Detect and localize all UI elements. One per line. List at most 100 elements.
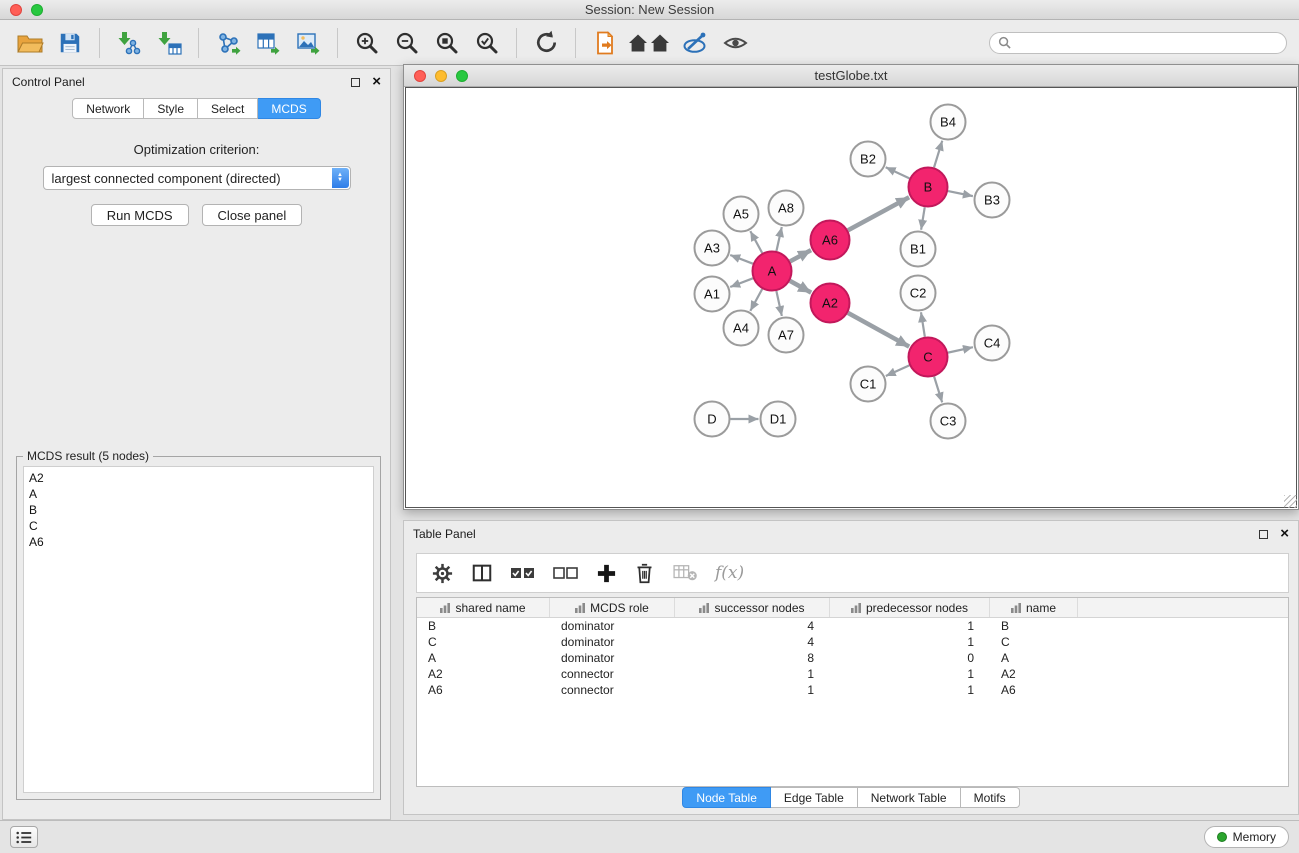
tab-style[interactable]: Style (144, 98, 198, 119)
graph-node-C1[interactable]: C1 (851, 367, 886, 402)
result-item[interactable]: A (29, 486, 368, 502)
network-minimize-button[interactable] (435, 70, 447, 82)
table-row[interactable]: Adominator80A (417, 650, 1288, 666)
table-row[interactable]: Bdominator41B (417, 618, 1288, 634)
table-settings-button[interactable] (431, 562, 454, 585)
network-snapshot-button[interactable] (587, 25, 623, 61)
graph-node-C3[interactable]: C3 (931, 404, 966, 439)
graph-node-B4[interactable]: B4 (931, 105, 966, 140)
import-table-button[interactable] (151, 25, 187, 61)
search-box[interactable] (989, 32, 1287, 54)
graph-edge-B-B3[interactable] (948, 191, 973, 196)
graph-edge-A2-C[interactable] (848, 313, 909, 347)
graph-edge-A6-B[interactable] (848, 197, 909, 230)
graph-node-D1[interactable]: D1 (761, 402, 796, 437)
add-column-button[interactable] (596, 563, 617, 584)
graph-node-C[interactable]: C (909, 338, 948, 377)
graph-node-A7[interactable]: A7 (769, 318, 804, 353)
graph-node-D[interactable]: D (695, 402, 730, 437)
zoom-out-button[interactable] (389, 25, 425, 61)
result-item[interactable]: A2 (29, 470, 368, 486)
result-item[interactable]: A6 (29, 534, 368, 550)
task-history-button[interactable] (10, 826, 38, 848)
criterion-dropdown[interactable]: largest connected component (directed) ▲… (43, 166, 351, 190)
table-row[interactable]: Cdominator41C (417, 634, 1288, 650)
table-row[interactable]: A2connector11A2 (417, 666, 1288, 682)
zoom-selected-button[interactable] (469, 25, 505, 61)
show-graphics-button[interactable] (717, 25, 753, 61)
graph-edge-A-A7[interactable] (776, 291, 781, 316)
column-header-predecessor-nodes[interactable]: predecessor nodes (830, 598, 990, 617)
graph-node-B2[interactable]: B2 (851, 142, 886, 177)
graph-node-B[interactable]: B (909, 168, 948, 207)
float-panel-icon[interactable] (1259, 530, 1268, 539)
float-panel-icon[interactable] (351, 78, 360, 87)
tab-select[interactable]: Select (198, 98, 258, 119)
import-network-button[interactable] (111, 25, 147, 61)
export-image-button[interactable] (290, 25, 326, 61)
graph-edge-C-C4[interactable] (948, 347, 973, 352)
graph-edge-A-A5[interactable] (750, 231, 762, 253)
graph-edge-A-A4[interactable] (750, 289, 762, 311)
graph-node-A8[interactable]: A8 (769, 191, 804, 226)
network-svg[interactable]: B4B2BB3A8A5A6A3B1AC2A1A2A4A7C4CC1C3DD1 (406, 88, 1298, 509)
mcds-result-list[interactable]: A2ABCA6 (23, 466, 374, 793)
refresh-button[interactable] (528, 25, 564, 61)
function-builder-button[interactable]: f(x) (715, 563, 744, 583)
graph-edge-C-C2[interactable] (921, 312, 925, 336)
zoom-in-button[interactable] (349, 25, 385, 61)
graph-edge-B-B2[interactable] (886, 167, 910, 178)
graph-edge-A-A8[interactable] (776, 227, 781, 251)
search-input[interactable] (1016, 36, 1278, 50)
tab-mcds[interactable]: MCDS (258, 98, 320, 119)
run-mcds-button[interactable]: Run MCDS (91, 204, 189, 226)
graph-node-C4[interactable]: C4 (975, 326, 1010, 361)
graph-edge-A-A3[interactable] (730, 255, 753, 264)
column-header-successor-nodes[interactable]: successor nodes (675, 598, 830, 617)
tab-network[interactable]: Network (72, 98, 144, 119)
graph-edge-C-C3[interactable] (934, 377, 942, 403)
graph-node-A3[interactable]: A3 (695, 231, 730, 266)
graph-node-A2[interactable]: A2 (811, 284, 850, 323)
close-panel-icon[interactable]: × (1280, 529, 1289, 539)
show-columns-button[interactable] (471, 562, 493, 584)
close-panel-button[interactable]: Close panel (202, 204, 303, 226)
tab-network-table[interactable]: Network Table (858, 787, 961, 808)
memory-button[interactable]: Memory (1204, 826, 1289, 848)
result-item[interactable]: C (29, 518, 368, 534)
close-panel-icon[interactable]: × (372, 77, 381, 87)
tab-motifs[interactable]: Motifs (961, 787, 1020, 808)
open-session-button[interactable] (12, 25, 48, 61)
node-table[interactable]: shared nameMCDS rolesuccessor nodesprede… (416, 597, 1289, 787)
graph-edge-A-A2[interactable] (790, 281, 811, 293)
graph-edge-B-B1[interactable] (921, 207, 925, 230)
column-header-MCDS-role[interactable]: MCDS role (550, 598, 675, 617)
tab-edge-table[interactable]: Edge Table (771, 787, 858, 808)
graph-edge-A-A6[interactable] (790, 250, 811, 261)
graph-node-A4[interactable]: A4 (724, 311, 759, 346)
zoom-window-button[interactable] (31, 4, 43, 16)
delete-table-button[interactable] (672, 563, 698, 583)
graph-edge-A-A1[interactable] (730, 278, 753, 287)
zoom-fit-button[interactable] (429, 25, 465, 61)
column-header-name[interactable]: name (990, 598, 1078, 617)
select-all-button[interactable] (510, 564, 536, 582)
network-close-button[interactable] (414, 70, 426, 82)
graph-node-B3[interactable]: B3 (975, 183, 1010, 218)
network-zoom-button[interactable] (456, 70, 468, 82)
result-item[interactable]: B (29, 502, 368, 518)
graph-edge-C-C1[interactable] (886, 365, 910, 376)
graph-edge-B-B4[interactable] (934, 141, 942, 168)
delete-column-button[interactable] (634, 562, 655, 585)
save-session-button[interactable] (52, 25, 88, 61)
graph-node-C2[interactable]: C2 (901, 276, 936, 311)
close-window-button[interactable] (10, 4, 22, 16)
network-window-titlebar[interactable]: testGlobe.txt (404, 65, 1298, 87)
table-row[interactable]: A6connector11A6 (417, 682, 1288, 698)
deselect-all-button[interactable] (553, 564, 579, 582)
network-canvas[interactable]: B4B2BB3A8A5A6A3B1AC2A1A2A4A7C4CC1C3DD1 (405, 87, 1297, 508)
tab-node-table[interactable]: Node Table (682, 787, 771, 808)
home-view-button[interactable] (627, 25, 673, 61)
graph-node-B1[interactable]: B1 (901, 232, 936, 267)
graph-node-A1[interactable]: A1 (695, 277, 730, 312)
